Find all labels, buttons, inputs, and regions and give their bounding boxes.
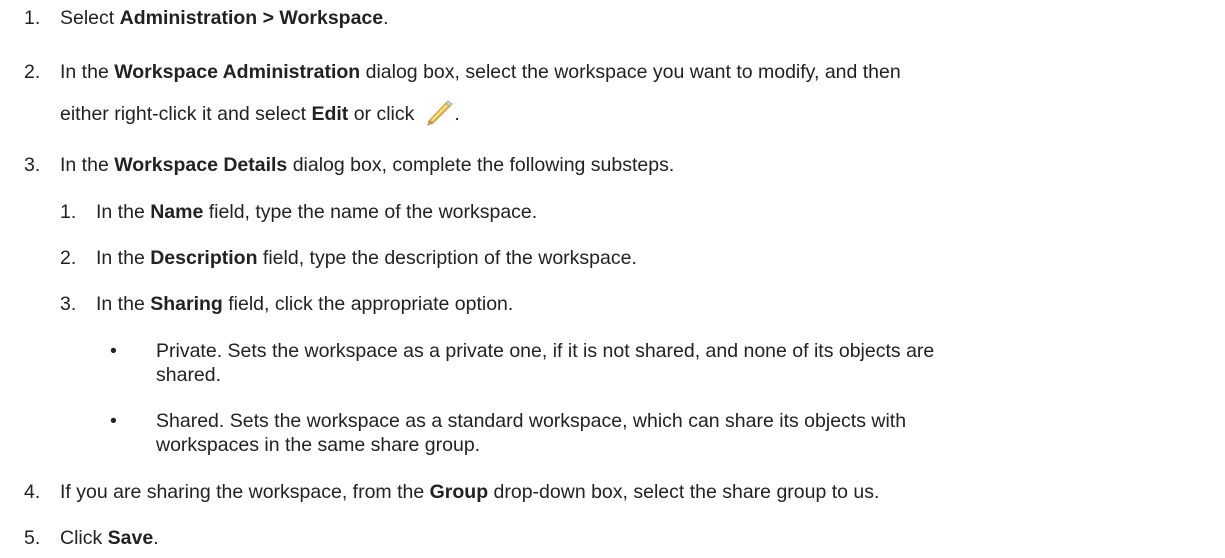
step-text: In the Workspace Administration dialog b…: [60, 61, 901, 83]
substep-number: 1.: [60, 201, 77, 223]
field-name: Sharing: [150, 293, 223, 315]
edit-command: Edit: [311, 103, 349, 125]
option-text: Private. Sets the workspace as a private…: [156, 340, 935, 362]
step-text: Click Save.: [60, 527, 159, 549]
pencil-edit-icon: [424, 100, 454, 126]
step-text: either right-click it and select Edit or…: [60, 100, 460, 126]
substep-number: 3.: [60, 293, 77, 315]
dialog-name: Workspace Details: [114, 154, 288, 176]
option-text: Shared. Sets the workspace as a standard…: [156, 410, 907, 432]
step-number: 1.: [24, 7, 41, 29]
substep-number: 2.: [60, 247, 77, 269]
procedure-document: 1. Select Administration > Workspace. 2.…: [0, 0, 1225, 558]
field-name: Group: [429, 481, 489, 503]
step-number: 3.: [24, 154, 41, 176]
step-text: Select Administration > Workspace.: [60, 7, 389, 29]
field-name: Description: [150, 247, 258, 269]
substep-text: In the Name field, type the name of the …: [96, 201, 538, 223]
button-name: Save: [107, 527, 154, 549]
substep-text: In the Description field, type the descr…: [96, 247, 637, 269]
ui-path: Administration > Workspace: [119, 7, 384, 29]
substep-text: In the Sharing field, click the appropri…: [96, 293, 514, 315]
step-text: If you are sharing the workspace, from t…: [60, 481, 880, 503]
step-number: 2.: [24, 61, 41, 83]
step-number: 5.: [24, 527, 41, 549]
bullet-marker: •: [110, 410, 117, 432]
dialog-name: Workspace Administration: [114, 61, 361, 83]
option-text: shared.: [156, 364, 222, 386]
option-text: workspaces in the same share group.: [156, 434, 481, 456]
bullet-marker: •: [110, 340, 117, 362]
field-name: Name: [150, 201, 204, 223]
step-number: 4.: [24, 481, 41, 503]
step-text: In the Workspace Details dialog box, com…: [60, 154, 675, 176]
